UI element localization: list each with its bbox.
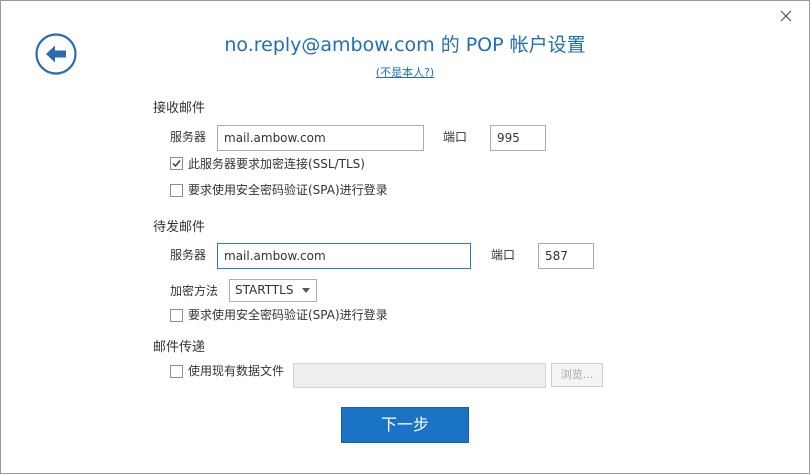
- encryption-method-label: 加密方法: [170, 284, 219, 298]
- use-existing-file-label: 使用现有数据文件: [188, 364, 285, 378]
- not-me-container: (不是本人?): [0, 64, 810, 80]
- outgoing-server-label: 服务器: [170, 248, 207, 262]
- mail-delivery-heading: 邮件传递: [153, 340, 206, 355]
- encryption-method-value: STARTTLS: [235, 283, 294, 297]
- incoming-mail-heading: 接收邮件: [153, 101, 206, 116]
- outgoing-server-input[interactable]: mail.ambow.com: [217, 243, 471, 269]
- use-existing-file-checkbox[interactable]: [170, 365, 183, 378]
- incoming-server-label: 服务器: [170, 130, 207, 144]
- not-me-link[interactable]: (不是本人?): [376, 66, 434, 79]
- page-title: no.reply@ambow.com 的 POP 帐户设置: [224, 34, 586, 56]
- incoming-port-input[interactable]: 995: [490, 125, 546, 151]
- incoming-spa-checkbox[interactable]: [170, 184, 183, 197]
- close-icon[interactable]: [778, 8, 794, 24]
- next-button[interactable]: 下一步: [341, 407, 469, 443]
- outgoing-port-input[interactable]: 587: [538, 243, 594, 269]
- outgoing-port-label: 端口: [491, 248, 516, 262]
- incoming-ssl-checkbox[interactable]: [170, 157, 183, 170]
- browse-button[interactable]: 浏览...: [551, 363, 603, 387]
- encryption-method-select[interactable]: STARTTLS: [229, 279, 317, 302]
- incoming-server-input[interactable]: mail.ambow.com: [217, 125, 424, 151]
- outgoing-spa-label: 要求使用安全密码验证(SPA)进行登录: [188, 308, 388, 322]
- incoming-spa-label: 要求使用安全密码验证(SPA)进行登录: [188, 183, 388, 197]
- checkmark-icon: [172, 160, 181, 168]
- outgoing-mail-heading: 待发邮件: [153, 220, 206, 235]
- data-file-path-input[interactable]: [293, 363, 546, 388]
- chevron-down-icon: [302, 288, 310, 293]
- incoming-port-label: 端口: [443, 130, 468, 144]
- outgoing-spa-checkbox[interactable]: [170, 309, 183, 322]
- incoming-ssl-label: 此服务器要求加密连接(SSL/TLS): [188, 157, 365, 171]
